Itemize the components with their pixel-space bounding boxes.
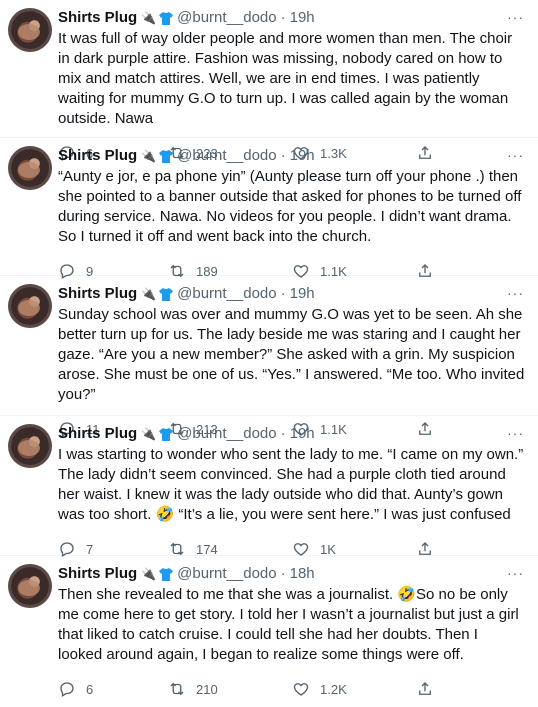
avatar[interactable] — [8, 146, 52, 190]
like-count: 1K — [320, 541, 336, 557]
handle[interactable]: @burnt__dodo — [177, 8, 276, 28]
shirt-icon — [159, 11, 174, 25]
display-name[interactable]: Shirts Plug — [58, 8, 137, 28]
retweet-count: 174 — [196, 541, 218, 557]
shirt-icon — [159, 149, 174, 163]
like-button[interactable]: 1.2K — [292, 680, 416, 698]
timestamp[interactable]: 19h — [290, 146, 315, 166]
tweet-header: Shirts Plug 🔌 @burnt__dodo · 19h — [58, 146, 524, 166]
tweet-header: Shirts Plug 🔌 @burnt__dodo · 18h — [58, 564, 524, 584]
tweet-thread: Shirts Plug 🔌 @burnt__dodo · 19h ··· It … — [0, 0, 538, 702]
separator-dot: · — [280, 147, 286, 164]
tweet[interactable]: Shirts Plug 🔌 @burnt__dodo · 19h ··· Sun… — [0, 276, 538, 437]
shirt-icon — [159, 287, 174, 301]
retweet-button[interactable]: 210 — [168, 680, 292, 698]
handle[interactable]: @burnt__dodo — [177, 424, 276, 444]
more-icon[interactable]: ··· — [507, 148, 524, 162]
handle[interactable]: @burnt__dodo — [177, 146, 276, 166]
reply-count: 7 — [86, 541, 94, 557]
separator-dot: · — [280, 285, 286, 302]
more-icon[interactable]: ··· — [507, 426, 524, 440]
retweet-icon — [170, 682, 184, 696]
handle[interactable]: @burnt__dodo — [177, 564, 276, 584]
reply-icon — [60, 682, 74, 697]
separator-dot: · — [280, 425, 286, 442]
plug-icon: 🔌 — [141, 149, 157, 163]
retweet-count: 210 — [196, 681, 218, 697]
timestamp[interactable]: 19h — [290, 8, 315, 28]
shirt-icon — [159, 567, 174, 581]
display-name[interactable]: Shirts Plug — [58, 424, 137, 444]
display-name[interactable]: Shirts Plug — [58, 564, 137, 584]
timestamp[interactable]: 19h — [290, 424, 315, 444]
avatar[interactable] — [8, 284, 52, 328]
display-name[interactable]: Shirts Plug — [58, 284, 137, 304]
separator-dot: · — [280, 9, 286, 26]
plug-icon: 🔌 — [141, 567, 157, 581]
plug-icon: 🔌 — [141, 11, 157, 25]
handle[interactable]: @burnt__dodo — [177, 284, 276, 304]
tweet[interactable]: Shirts Plug 🔌 @burnt__dodo · 18h ··· The… — [0, 556, 538, 702]
tweet[interactable]: Shirts Plug 🔌 @burnt__dodo · 19h ··· I w… — [0, 416, 538, 557]
timestamp[interactable]: 18h — [290, 564, 315, 584]
tweet[interactable]: Shirts Plug 🔌 @burnt__dodo · 19h ··· It … — [0, 0, 538, 161]
avatar[interactable] — [8, 424, 52, 468]
tweet-text: “Aunty e jor, e pa phone yin” (Aunty ple… — [58, 168, 522, 245]
tweet-text: Then she revealed to me that she was a j… — [58, 586, 519, 663]
tweet-text: Sunday school was over and mummy G.O was… — [58, 306, 525, 403]
tweet-header: Shirts Plug 🔌 @burnt__dodo · 19h — [58, 424, 524, 444]
more-icon[interactable]: ··· — [507, 10, 524, 24]
avatar[interactable] — [8, 564, 52, 608]
tweet-text: I was starting to wonder who sent the la… — [58, 446, 524, 523]
reply-count: 6 — [86, 681, 94, 697]
tweet-header: Shirts Plug 🔌 @burnt__dodo · 19h — [58, 8, 524, 28]
tweet-text: It was full of way older people and more… — [58, 30, 513, 127]
more-icon[interactable]: ··· — [507, 566, 524, 580]
tweet[interactable]: Shirts Plug 🔌 @burnt__dodo · 19h ··· “Au… — [0, 138, 538, 279]
share-button[interactable] — [416, 680, 446, 698]
display-name[interactable]: Shirts Plug — [58, 146, 137, 166]
timestamp[interactable]: 19h — [290, 284, 315, 304]
like-count: 1.2K — [320, 681, 347, 697]
shirt-icon — [159, 427, 174, 441]
share-icon — [419, 682, 431, 695]
reply-button[interactable]: 6 — [58, 680, 168, 698]
separator-dot: · — [280, 565, 286, 582]
avatar[interactable] — [8, 8, 52, 52]
plug-icon: 🔌 — [141, 287, 157, 301]
heart-icon — [293, 683, 309, 696]
more-icon[interactable]: ··· — [507, 286, 524, 300]
tweet-header: Shirts Plug 🔌 @burnt__dodo · 19h — [58, 284, 524, 304]
plug-icon: 🔌 — [141, 427, 157, 441]
